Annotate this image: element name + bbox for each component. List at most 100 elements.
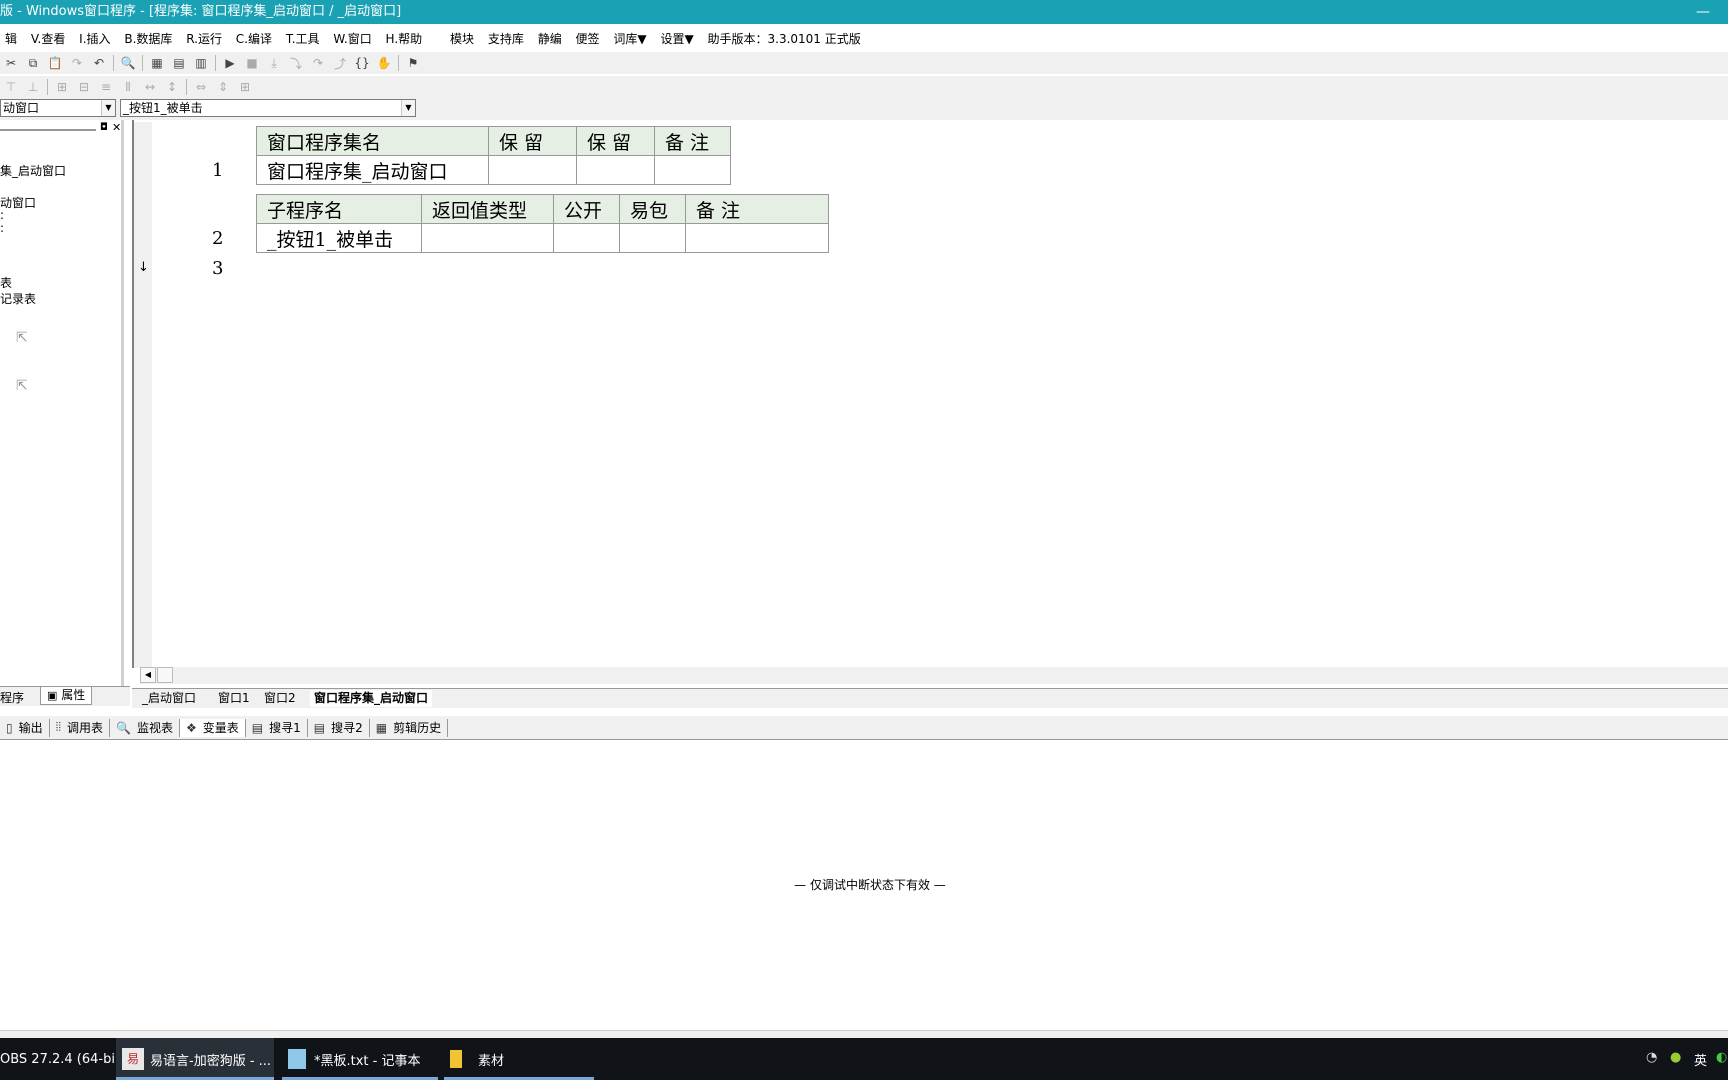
scroll-left-icon[interactable]: ◀ bbox=[140, 667, 156, 683]
menu-module[interactable]: 模块 bbox=[445, 28, 479, 50]
remark-cell[interactable] bbox=[685, 223, 829, 253]
tab-window1[interactable]: 窗口1 bbox=[218, 690, 250, 707]
tab-search2[interactable]: ▤ 搜寻2 bbox=[308, 718, 370, 737]
menu-static-compile[interactable]: 静编 bbox=[533, 28, 567, 50]
horizontal-scrollbar[interactable]: ◀ bbox=[140, 667, 1728, 684]
pin-icon[interactable]: ◘ bbox=[100, 122, 108, 133]
taskbar-item-easylang[interactable]: 易 易语言-加密狗版 - ... bbox=[116, 1038, 274, 1080]
table-row[interactable]: 窗口程序集_启动窗口 bbox=[256, 155, 731, 185]
tab-search1[interactable]: ▤ 搜寻1 bbox=[246, 718, 308, 737]
menu-view[interactable]: V.查看 bbox=[26, 28, 70, 50]
scroll-thumb[interactable] bbox=[157, 667, 173, 683]
assembly-name-cell[interactable]: 窗口程序集_启动窗口 bbox=[256, 155, 489, 185]
menu-edit[interactable]: 辑 bbox=[0, 28, 22, 50]
find-icon[interactable]: 🔍 bbox=[118, 54, 138, 72]
same-height-icon[interactable]: ⊟ bbox=[74, 78, 94, 96]
tree-item[interactable]: 动窗口 bbox=[0, 194, 36, 211]
reserved-cell[interactable] bbox=[488, 155, 577, 185]
taskbar-item-label: 素材 bbox=[478, 1053, 505, 1069]
menu-settings[interactable]: 设置▼ bbox=[655, 28, 698, 50]
hand-icon[interactable]: ✋ bbox=[374, 54, 394, 72]
taskbar-item-obs[interactable]: OBS 27.2.4 (64-bi... bbox=[0, 1038, 127, 1080]
ime-indicator[interactable]: 英 bbox=[1694, 1050, 1707, 1069]
tab-program[interactable]: 程序 bbox=[0, 689, 24, 706]
menu-run[interactable]: R.运行 bbox=[181, 28, 227, 50]
assembly-table: 窗口程序集名 保 留 保 留 备 注 窗口程序集_启动窗口 bbox=[256, 126, 731, 185]
layout-full-icon[interactable]: ▥ bbox=[191, 54, 211, 72]
step-over-icon[interactable]: ↷ bbox=[308, 54, 328, 72]
expand-height-icon[interactable]: ⇕ bbox=[213, 78, 233, 96]
app-tray-icon[interactable]: ● bbox=[1670, 1050, 1681, 1065]
chevron-down-icon[interactable]: ▼ bbox=[401, 100, 415, 116]
window-title: 版 - Windows窗口程序 - [程序集: 窗口程序集_启动窗口 / _启动… bbox=[0, 4, 402, 19]
step-into-icon[interactable]: ⤵ bbox=[286, 54, 306, 72]
paste-icon[interactable]: 📋 bbox=[45, 54, 65, 72]
table-row[interactable]: _按钮1_被单击 bbox=[256, 223, 829, 253]
tab-variables[interactable]: ❖ 变量表 bbox=[180, 718, 246, 737]
tree-item[interactable]: 集_启动窗口 bbox=[0, 162, 66, 179]
tab-properties[interactable]: ▣ 属性 bbox=[40, 687, 93, 705]
step-icon[interactable]: ⤓ bbox=[264, 54, 284, 72]
menu-support-lib[interactable]: 支持库 bbox=[483, 28, 529, 50]
magnifier-icon: 🔍 bbox=[116, 720, 131, 735]
undo-icon[interactable]: ↶ bbox=[89, 54, 109, 72]
expand-width-icon[interactable]: ⇔ bbox=[191, 78, 211, 96]
run-icon[interactable]: ▶ bbox=[220, 54, 240, 72]
tab-watch[interactable]: 🔍 监视表 bbox=[110, 718, 180, 737]
center-vertical-icon[interactable]: ≡ bbox=[96, 78, 116, 96]
menu-database[interactable]: B.数据库 bbox=[119, 28, 177, 50]
menu-compile[interactable]: C.编译 bbox=[231, 28, 277, 50]
subroutine-name-cell[interactable]: _按钮1_被单击 bbox=[256, 223, 422, 253]
space-horizontal-icon[interactable]: ↔ bbox=[140, 78, 160, 96]
call-stack-icon: ⦙⦙ bbox=[55, 720, 62, 734]
space-vertical-icon[interactable]: ↕ bbox=[162, 78, 182, 96]
object-selector[interactable]: 动窗口 ▼ bbox=[0, 99, 116, 117]
stop-icon[interactable]: ■ bbox=[242, 54, 262, 72]
menu-thesaurus[interactable]: 词库▼ bbox=[608, 28, 651, 50]
layout-left-icon[interactable]: ▦ bbox=[147, 54, 167, 72]
tab-start-window[interactable]: _启动窗口 bbox=[142, 690, 196, 707]
minimize-button[interactable]: — bbox=[1696, 0, 1710, 24]
reserved-cell[interactable] bbox=[576, 155, 655, 185]
tab-output[interactable]: ▯ 输出 bbox=[0, 718, 50, 737]
tab-clip-history[interactable]: ▦ 剪辑历史 bbox=[370, 718, 449, 737]
event-selector[interactable]: _按钮1_被单击 ▼ bbox=[120, 99, 416, 117]
taskbar-item-folder[interactable]: 素材 bbox=[444, 1038, 594, 1080]
center-horizontal-icon[interactable]: ⦀ bbox=[118, 78, 138, 96]
layout-bottom-icon[interactable]: ▤ bbox=[169, 54, 189, 72]
status-icon[interactable]: ◐ bbox=[1716, 1050, 1727, 1065]
align-bottom-icon[interactable]: ⊥ bbox=[23, 78, 43, 96]
tree-item[interactable]: : bbox=[0, 208, 4, 222]
menu-tools[interactable]: T.工具 bbox=[281, 28, 325, 50]
tree-item[interactable]: 记录表 bbox=[0, 290, 36, 307]
network-icon[interactable]: ◔ bbox=[1646, 1050, 1657, 1065]
menu-insert[interactable]: I.插入 bbox=[74, 28, 115, 50]
remark-cell[interactable] bbox=[654, 155, 731, 185]
menu-notes[interactable]: 便签 bbox=[571, 28, 605, 50]
tab-call-stack[interactable]: ⦙⦙ 调用表 bbox=[50, 718, 111, 737]
copy-icon[interactable]: ⧉ bbox=[23, 54, 43, 72]
return-type-cell[interactable] bbox=[421, 223, 554, 253]
menu-window[interactable]: W.窗口 bbox=[328, 28, 376, 50]
close-icon[interactable]: ✕ bbox=[112, 121, 121, 134]
taskbar-item-notepad[interactable]: *黑板.txt - 记事本 bbox=[282, 1038, 438, 1080]
cut-icon[interactable]: ✂ bbox=[1, 54, 21, 72]
public-cell[interactable] bbox=[553, 223, 620, 253]
step-out-icon[interactable]: ⤴ bbox=[330, 54, 350, 72]
align-top-icon[interactable]: ⊤ bbox=[1, 78, 21, 96]
chevron-down-icon[interactable]: ▼ bbox=[101, 100, 115, 116]
toolbar-separator bbox=[113, 55, 114, 71]
tree-item[interactable]: : bbox=[0, 221, 4, 235]
helper-icon[interactable]: ⚑ bbox=[403, 54, 423, 72]
breakpoint-icon[interactable]: {} bbox=[352, 54, 372, 72]
debug-note: — 仅调试中断状态下有效 — bbox=[794, 878, 946, 892]
grid-icon[interactable]: ⊞ bbox=[235, 78, 255, 96]
same-width-icon[interactable]: ⊞ bbox=[52, 78, 72, 96]
tab-window2[interactable]: 窗口2 bbox=[264, 690, 296, 707]
table-header-row: 窗口程序集名 保 留 保 留 备 注 bbox=[256, 126, 731, 156]
menu-help[interactable]: H.帮助 bbox=[381, 28, 428, 50]
easy-package-cell[interactable] bbox=[619, 223, 686, 253]
tab-assembly[interactable]: 窗口程序集_启动窗口 bbox=[310, 690, 433, 707]
tree-item[interactable]: 表 bbox=[0, 274, 12, 291]
redo-icon[interactable]: ↷ bbox=[67, 54, 87, 72]
